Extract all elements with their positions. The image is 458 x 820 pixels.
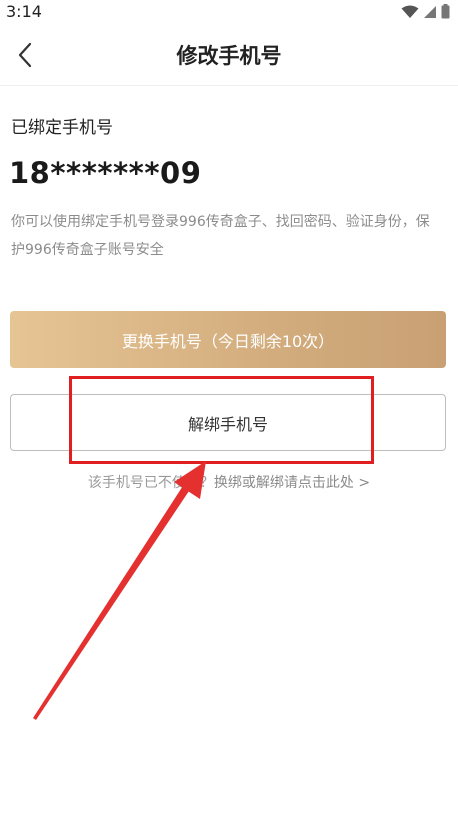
change-phone-button[interactable]: 更换手机号（今日剩余10次） (10, 311, 446, 368)
change-phone-button-label: 更换手机号（今日剩余10次） (121, 331, 335, 351)
signal-icon (424, 5, 436, 18)
bound-phone-label: 已绑定手机号 (11, 118, 113, 138)
nav-bar: 修改手机号 (0, 24, 458, 86)
unbind-phone-button[interactable]: 解绑手机号 (10, 394, 446, 451)
hint-link[interactable]: 换绑或解绑请点击此处 > (214, 475, 370, 491)
phone-number: 18*******09 (9, 156, 202, 190)
description-text: 你可以使用绑定手机号登录996传奇盒子、找回密码、验证身份，保护996传奇盒子账… (11, 214, 430, 258)
page-title: 修改手机号 (176, 44, 282, 68)
screen: 3:14 修改手机号 已绑定手机号 18*******09 你可以使用绑定手机号… (0, 0, 458, 820)
wifi-icon (401, 5, 419, 18)
hint-text: 该手机号已不使用？ (87, 475, 214, 491)
battery-icon (441, 4, 450, 19)
hint-row: 该手机号已不使用？换绑或解绑请点击此处 > (0, 472, 458, 492)
status-bar: 3:14 (0, 0, 458, 24)
unbind-phone-button-label: 解绑手机号 (187, 414, 268, 434)
status-time: 3:14 (6, 2, 42, 21)
status-icons (401, 4, 450, 19)
